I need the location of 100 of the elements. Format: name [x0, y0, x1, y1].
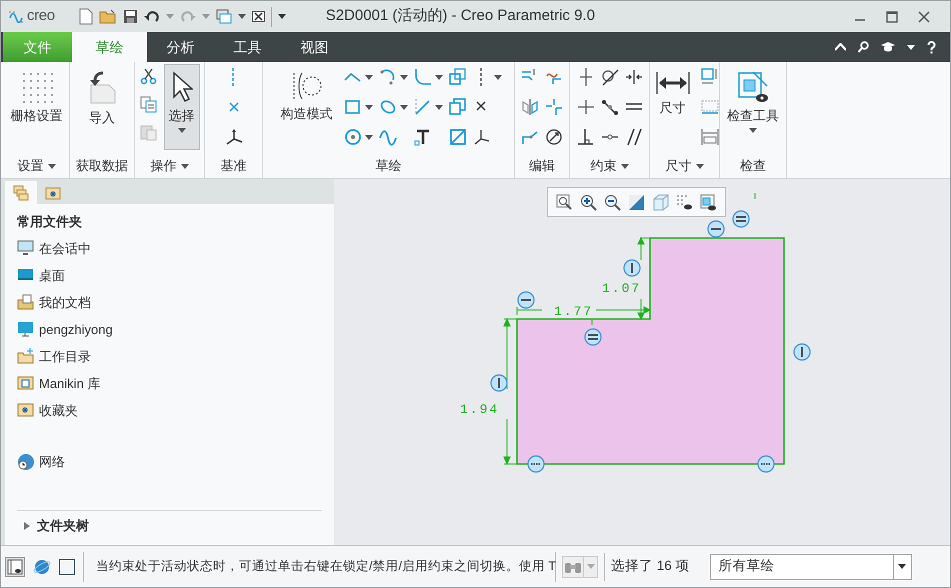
grid-icon — [20, 71, 52, 103]
import-icon — [87, 71, 117, 105]
folder-item[interactable]: Manikin 库 — [17, 370, 330, 398]
display-filters-icon[interactable] — [700, 194, 717, 210]
close-icon[interactable] — [918, 10, 930, 22]
sketch-view-icon[interactable] — [628, 194, 645, 210]
ribbon-button[interactable]: 尺寸 — [650, 64, 694, 150]
constraint-symbol-icon[interactable] — [707, 220, 725, 238]
constraint-symbol-icon[interactable] — [793, 343, 811, 361]
ribbon-button[interactable]: 构造模式 — [276, 64, 338, 150]
constraint-symbol-icon[interactable] — [517, 291, 535, 309]
scissors-icon[interactable] — [140, 68, 158, 86]
ribbon-button[interactable]: 栅格设置 — [6, 64, 68, 150]
new-document-icon[interactable] — [78, 8, 93, 25]
coincident-constraint-icon[interactable] — [600, 98, 618, 116]
rectangle-icon[interactable] — [344, 98, 362, 116]
text-icon[interactable] — [414, 128, 432, 146]
constraint-symbol-icon[interactable] — [623, 259, 641, 277]
dimension-icon — [656, 71, 690, 95]
caret-icon — [696, 164, 704, 168]
caret-icon — [400, 74, 408, 80]
group-label[interactable]: 约束 — [590, 156, 628, 176]
thicken-icon[interactable] — [448, 98, 466, 116]
navigator-tab[interactable] — [5, 181, 37, 204]
open-folder-icon[interactable] — [98, 9, 117, 24]
menu-tab[interactable]: 视图 — [281, 32, 348, 62]
menu-tab[interactable]: 分析 — [147, 32, 214, 62]
caret-icon — [434, 74, 442, 80]
menu-tab[interactable]: 工具 — [214, 32, 281, 62]
find-button[interactable] — [562, 556, 598, 578]
browser-icon[interactable] — [33, 558, 51, 576]
arc-icon[interactable] — [378, 68, 396, 86]
coordinate-system-icon[interactable] — [224, 128, 242, 146]
group-label[interactable]: 设置 — [18, 156, 56, 176]
close-window-icon[interactable] — [252, 11, 265, 22]
collapse-ribbon-icon[interactable] — [835, 43, 846, 51]
expand-arrow-icon — [23, 522, 31, 530]
constraint-symbol-icon[interactable] — [584, 328, 602, 346]
maximize-icon[interactable] — [886, 10, 898, 22]
circle-icon[interactable] — [344, 128, 362, 146]
selection-count: 选择了 16 项 — [611, 557, 690, 576]
folder-item[interactable]: 收藏夹 — [17, 398, 330, 424]
undo-icon[interactable] — [144, 10, 160, 23]
offset-icon[interactable] — [448, 68, 466, 86]
caret-icon — [586, 564, 594, 569]
baseline-icon[interactable] — [700, 98, 718, 116]
horizontal-constraint-icon[interactable] — [576, 98, 594, 116]
folder-item[interactable]: 我的文档 — [17, 290, 330, 316]
full-screen-icon[interactable] — [59, 558, 75, 574]
tangent-constraint-icon[interactable] — [600, 68, 618, 86]
ribbon-button[interactable]: 选择 — [164, 64, 200, 150]
folder-item[interactable]: 工作目录 — [17, 344, 330, 370]
perpendicular-constraint-icon[interactable] — [576, 128, 594, 146]
folder-item[interactable]: 网络 — [17, 448, 330, 476]
copy-icon[interactable] — [140, 96, 158, 114]
ellipse-icon[interactable] — [378, 98, 396, 116]
caret-icon — [749, 128, 757, 133]
folder-item[interactable]: 桌面 — [17, 262, 330, 290]
ribbon-button[interactable]: 检查工具 — [722, 64, 784, 150]
rotate-resize-icon[interactable] — [545, 128, 563, 146]
constraint-symbol-icon[interactable] — [490, 374, 508, 392]
folder-tree-toggle[interactable]: 文件夹树 — [17, 511, 330, 541]
ribbon-button[interactable]: 导入 — [82, 64, 122, 150]
status-message: 当约束处于活动状态时，可通过单击右键在锁定/禁用/启用约束之间切换。使用 T — [96, 558, 556, 576]
folder-item[interactable]: 在会话中 — [17, 236, 330, 262]
caret-icon — [178, 128, 186, 133]
grid-display-icon[interactable] — [676, 194, 693, 210]
parallel-constraint-icon[interactable] — [624, 128, 642, 146]
group-label[interactable]: 尺寸 — [666, 156, 704, 176]
midpoint-constraint-icon[interactable] — [624, 68, 642, 86]
help-icon[interactable] — [927, 40, 936, 54]
spline-icon[interactable] — [378, 128, 396, 146]
group-label: 草绘 — [376, 157, 402, 176]
folder-item[interactable]: pengzhiyong — [17, 316, 330, 344]
zoom-fit-icon[interactable] — [556, 194, 573, 210]
graduation-cap-icon[interactable] — [881, 42, 895, 52]
construction-mode-icon — [292, 71, 322, 101]
favorites-folder-icon — [45, 186, 61, 200]
menu-tab[interactable]: 草绘 — [72, 32, 147, 62]
group-label[interactable]: 操作 — [150, 156, 188, 176]
caret-icon — [48, 164, 56, 168]
save-icon[interactable] — [122, 9, 138, 24]
constraint-symbol-icon[interactable] — [732, 210, 750, 228]
navigator-toggle-icon[interactable] — [5, 556, 25, 576]
filter-dropdown[interactable]: 所有草绘 — [710, 554, 912, 580]
axes-icon[interactable] — [472, 128, 490, 146]
search-icon[interactable] — [858, 41, 869, 53]
mirror-icon[interactable] — [521, 98, 539, 116]
monitor-icon — [17, 240, 35, 258]
windows-icon[interactable] — [216, 9, 232, 24]
caret-icon — [364, 104, 372, 110]
pointer-icon — [170, 71, 192, 103]
chamfer-icon[interactable] — [414, 98, 432, 116]
fillet-icon[interactable] — [414, 68, 432, 86]
caret-icon — [364, 74, 372, 80]
zoom-in-icon[interactable] — [580, 194, 597, 210]
caret-icon — [238, 14, 246, 19]
perimeter-dimension-icon[interactable] — [700, 68, 718, 86]
caret-icon — [494, 74, 502, 80]
zoom-out-icon[interactable] — [604, 194, 621, 210]
